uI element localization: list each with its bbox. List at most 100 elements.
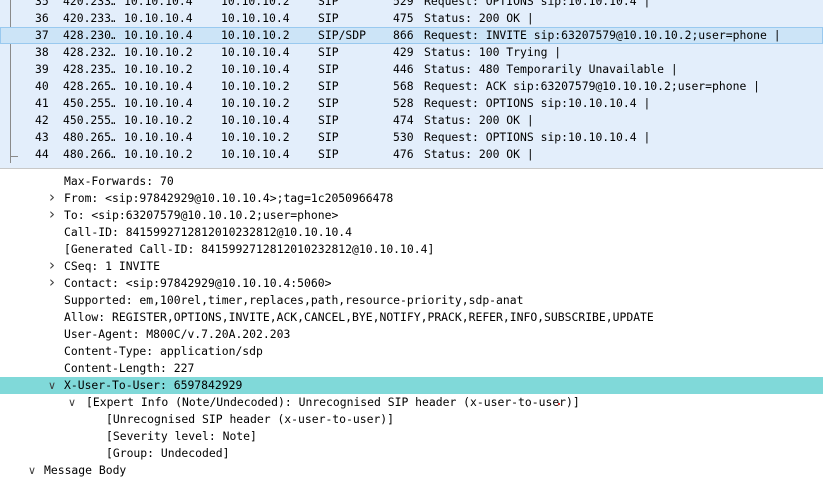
packet-number: 40 <box>35 79 49 93</box>
packet-info: Request: ACK sip:63207579@10.10.10.2;use… <box>424 79 761 93</box>
packet-info: Status: 100 Trying | <box>424 45 562 59</box>
chevron-right-icon[interactable]: › <box>46 190 58 205</box>
packet-row[interactable]: 35 420.233… 10.10.10.4 10.10.10.2 SIP 529 Requ… <box>0 0 823 10</box>
chevron-right-icon[interactable]: › <box>46 258 58 273</box>
packet-time: 428.235… <box>63 62 115 76</box>
tree-row-highlighted[interactable]: ∨ X-User-To-User: 6597842929 <box>0 377 823 394</box>
tree-row[interactable]: [Group: Undecoded] <box>0 445 823 462</box>
packet-number: 41 <box>35 96 49 110</box>
tree-row[interactable]: [Severity level: Note] <box>0 428 823 445</box>
packet-time: 450.255… <box>63 96 115 110</box>
packet-source: 10.10.10.4 <box>124 28 193 42</box>
tree-row[interactable]: Allow: REGISTER,OPTIONS,INVITE,ACK,CANCE… <box>0 309 823 326</box>
packet-length: 529 <box>393 0 414 8</box>
packet-time: 428.232… <box>63 45 115 59</box>
packet-info: Status: 200 OK | <box>424 147 534 161</box>
packet-number: 43 <box>35 130 49 144</box>
tree-row[interactable]: [Generated Call-ID: 84159927128120102328… <box>0 241 823 258</box>
tree-row[interactable]: › To: <sip:63207579@10.10.10.2;user=phone… <box>0 207 823 224</box>
chevron-down-icon[interactable]: ∨ <box>46 377 58 394</box>
packet-info: Status: 200 OK | <box>424 113 534 127</box>
tree-row-label: From: <sip:97842929@10.10.10.4>;tag=1c20… <box>64 191 394 205</box>
packet-info: Status: 480 Temporarily Unavailable | <box>424 62 678 76</box>
packet-number: 42 <box>35 113 49 127</box>
tree-row[interactable]: Max-Forwards: 70 <box>0 173 823 190</box>
tree-row[interactable]: Call-ID: 8415992712812010232812@10.10.10… <box>0 224 823 241</box>
packet-length: 866 <box>393 28 414 42</box>
chevron-down-icon[interactable]: ∨ <box>66 394 78 411</box>
packet-info: Request: INVITE sip:63207579@10.10.10.2;… <box>424 28 781 42</box>
tree-row-label: Content-Type: application/sdp <box>64 344 263 358</box>
packet-time: 428.230… <box>63 28 115 42</box>
packet-source: 10.10.10.2 <box>124 45 193 59</box>
tree-row[interactable]: › Contact: <sip:97842929@10.10.10.4:5060> <box>0 275 823 292</box>
packet-protocol: SIP <box>318 130 339 144</box>
packet-row[interactable]: 39 428.235… 10.10.10.2 10.10.10.4 SIP 446 Stat… <box>0 61 823 78</box>
packet-time: 420.233… <box>63 11 115 25</box>
tree-row-label: Allow: REGISTER,OPTIONS,INVITE,ACK,CANCE… <box>64 310 654 324</box>
packet-number: 37 <box>35 28 49 42</box>
packet-info: Request: OPTIONS sip:10.10.10.4 | <box>424 96 651 110</box>
packet-row[interactable]: 41 450.255… 10.10.10.4 10.10.10.2 SIP 528 Requ… <box>0 95 823 112</box>
tree-row[interactable]: Supported: em,100rel,timer,replaces,path… <box>0 292 823 309</box>
tree-row-label: [Unrecognised SIP header (x-user-to-user… <box>106 412 395 426</box>
packet-destination: 10.10.10.2 <box>221 28 290 42</box>
packet-protocol: SIP <box>318 79 339 93</box>
packet-list[interactable]: 35 420.233… 10.10.10.4 10.10.10.2 SIP 529 Requ… <box>0 0 823 168</box>
tree-row-label: [Severity level: Note] <box>106 429 257 443</box>
packet-protocol: SIP <box>318 113 339 127</box>
packet-source: 10.10.10.4 <box>124 130 193 144</box>
packet-row[interactable]: 43 480.265… 10.10.10.4 10.10.10.2 SIP 530 Requ… <box>0 129 823 146</box>
packet-length: 429 <box>393 45 414 59</box>
tree-row[interactable]: Content-Length: 227 <box>0 360 823 377</box>
packet-source: 10.10.10.4 <box>124 96 193 110</box>
packet-destination: 10.10.10.4 <box>221 45 290 59</box>
packet-source: 10.10.10.4 <box>124 11 193 25</box>
packet-number: 38 <box>35 45 49 59</box>
packet-info: Status: 200 OK | <box>424 11 534 25</box>
packet-protocol: SIP/SDP <box>318 28 367 42</box>
wireshark-window: 35 420.233… 10.10.10.4 10.10.10.2 SIP 529 Requ… <box>0 0 823 482</box>
packet-row[interactable]: 44 480.266… 10.10.10.2 10.10.10.4 SIP 476 Stat… <box>0 146 823 163</box>
packet-time: 480.265… <box>63 130 115 144</box>
packet-length: 568 <box>393 79 414 93</box>
tree-row[interactable]: › CSeq: 1 INVITE <box>0 258 823 275</box>
packet-row-selected[interactable]: 37 428.230… 10.10.10.4 10.10.10.2 SIP/SDP 866… <box>0 27 823 44</box>
tree-row[interactable]: [Unrecognised SIP header (x-user-to-user… <box>0 411 823 428</box>
tree-row-label: Call-ID: 8415992712812010232812@10.10.10… <box>64 225 353 239</box>
packet-time: 480.266… <box>63 147 115 161</box>
tree-row-label: To: <sip:63207579@10.10.10.2;user=phone> <box>64 208 339 222</box>
packet-length: 530 <box>393 130 414 144</box>
tree-row-label: Contact: <sip:97842929@10.10.10.4:5060> <box>64 276 332 290</box>
tree-row-label: Content-Length: 227 <box>64 361 195 375</box>
chevron-down-icon[interactable]: ∨ <box>26 462 38 479</box>
packet-destination: 10.10.10.4 <box>221 11 290 25</box>
packet-time: 428.265… <box>63 79 115 93</box>
tree-row[interactable]: › From: <sip:97842929@10.10.10.4>;tag=1c2… <box>0 190 823 207</box>
chevron-right-icon[interactable]: › <box>46 207 58 222</box>
tree-row[interactable]: ∨ [Expert Info (Note/Undecoded): Unrecogn… <box>0 394 823 411</box>
packet-row[interactable]: 36 420.233… 10.10.10.4 10.10.10.4 SIP 475 Stat… <box>0 10 823 27</box>
tree-row-label: [Group: Undecoded] <box>106 446 230 460</box>
packet-number: 35 <box>35 0 49 8</box>
tree-row[interactable]: ∨ Message Body <box>0 462 823 479</box>
packet-destination: 10.10.10.4 <box>221 147 290 161</box>
packet-row[interactable]: 38 428.232… 10.10.10.2 10.10.10.4 SIP 429 Stat… <box>0 44 823 61</box>
packet-row[interactable]: 40 428.265… 10.10.10.4 10.10.10.2 SIP 568 Requ… <box>0 78 823 95</box>
packet-source: 10.10.10.2 <box>124 147 193 161</box>
packet-details-tree[interactable]: Max-Forwards: 70 › From: <sip:97842929@10.… <box>0 172 823 482</box>
packet-destination: 10.10.10.2 <box>221 130 290 144</box>
chevron-right-icon[interactable]: › <box>46 275 58 290</box>
tree-row[interactable]: Content-Type: application/sdp <box>0 343 823 360</box>
packet-row[interactable]: 42 450.255… 10.10.10.2 10.10.10.4 SIP 474 Stat… <box>0 112 823 129</box>
packet-number: 36 <box>35 11 49 25</box>
packet-destination: 10.10.10.2 <box>221 96 290 110</box>
tree-row-label: Max-Forwards: 70 <box>64 174 174 188</box>
packet-length: 446 <box>393 62 414 76</box>
tree-row-label: CSeq: 1 INVITE <box>64 259 161 273</box>
tree-row[interactable]: User-Agent: M800C/v.7.20A.202.203 <box>0 326 823 343</box>
packet-source: 10.10.10.2 <box>124 113 193 127</box>
packet-protocol: SIP <box>318 62 339 76</box>
packet-length: 476 <box>393 147 414 161</box>
tree-row-label: [Expert Info (Note/Undecoded): Unrecogni… <box>86 395 580 409</box>
